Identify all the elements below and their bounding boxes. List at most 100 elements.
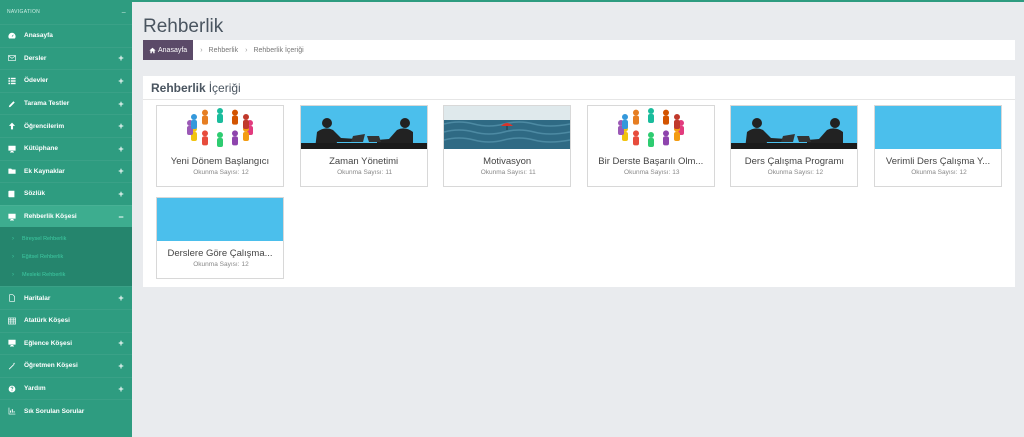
sidebar-header-label: NAVIGATION xyxy=(7,9,41,15)
read-count-label: Okunma Sayısı: xyxy=(193,261,240,268)
sidebar-item-label: Rehberlik Köşesi xyxy=(24,213,77,221)
card-title[interactable]: Bir Derste Başarılı Olm... xyxy=(591,156,711,167)
collapse-icon[interactable]: − xyxy=(117,212,125,222)
chevron-right-icon: › xyxy=(200,46,203,54)
folder-icon xyxy=(7,167,16,175)
expand-icon[interactable]: + xyxy=(117,76,125,86)
read-count-label: Okunma Sayısı: xyxy=(337,169,384,176)
expand-icon[interactable]: + xyxy=(117,384,125,394)
sidebar-item-atat-rk-k-esi[interactable]: Atatürk Köşesi xyxy=(0,308,132,332)
breadcrumb-item-rehberlik[interactable]: Rehberlik xyxy=(209,47,239,54)
sidebar-item-tarama-testler[interactable]: Tarama Testler + xyxy=(0,91,132,115)
sidebar-item-label: Dersler xyxy=(24,54,47,62)
wand-icon xyxy=(7,362,16,370)
sidebar-subitem[interactable]: › Mesleki Rehberlik xyxy=(0,266,132,284)
expand-icon[interactable]: + xyxy=(117,99,125,109)
sidebar-subitem[interactable]: › Eğitsel Rehberlik xyxy=(0,248,132,266)
card-image[interactable] xyxy=(731,106,858,149)
sidebar-subitem-label: Mesleki Rehberlik xyxy=(22,272,66,279)
card-title[interactable]: Derslere Göre Çalışma... xyxy=(160,248,280,259)
expand-icon[interactable]: + xyxy=(117,189,125,199)
read-count-value: 13 xyxy=(672,169,680,176)
expand-icon[interactable]: + xyxy=(117,144,125,154)
chart-icon xyxy=(7,407,16,415)
content-card[interactable]: Motivasyon Okunma Sayısı: 11 xyxy=(443,105,572,187)
sidebar-item-label: Sözlük xyxy=(24,190,45,198)
sidebar-submenu: › Bireysel Rehberlik › Eğitsel Rehberlik › Me… xyxy=(0,227,132,287)
sidebar-item--retmen-k-esi[interactable]: Öğretmen Köşesi + xyxy=(0,354,132,377)
arrow-up-icon xyxy=(7,122,16,130)
sidebar-item-haritalar[interactable]: Haritalar + xyxy=(0,286,132,309)
sidebar-collapse-button[interactable]: – xyxy=(122,9,126,16)
file-icon xyxy=(7,294,16,302)
expand-icon[interactable]: + xyxy=(117,166,125,176)
chevron-right-icon: › xyxy=(12,236,14,243)
sidebar-item-ek-kaynaklar[interactable]: Ek Kaynaklar + xyxy=(0,159,132,183)
expand-icon[interactable]: + xyxy=(117,293,125,303)
breadcrumb-item-current: Rehberlik İçeriği xyxy=(253,46,304,54)
content-card[interactable]: Bir Derste Başarılı Olm... Okunma Sayısı:… xyxy=(586,105,715,187)
read-count-label: Okunma Sayısı: xyxy=(767,169,814,176)
sidebar-item--devler[interactable]: Ödevler + xyxy=(0,69,132,92)
card-image[interactable] xyxy=(157,106,283,149)
card-title[interactable]: Motivasyon xyxy=(447,156,567,167)
sidebar-item-rehberlik-k-esi[interactable]: Rehberlik Köşesi − xyxy=(0,204,132,228)
sidebar-item-label: Anasayfa xyxy=(24,32,53,40)
sidebar-item-label: Eğlence Köşesi xyxy=(24,339,73,347)
panel-title-bold: Rehberlik xyxy=(151,80,206,95)
list-icon xyxy=(7,77,16,85)
read-count-value: 12 xyxy=(241,261,249,268)
chevron-right-icon: › xyxy=(12,254,14,261)
card-read-count: Okunma Sayısı: 12 xyxy=(157,261,283,268)
card-title[interactable]: Zaman Yönetimi xyxy=(304,156,424,167)
sidebar-item-label: Tarama Testler xyxy=(24,100,70,108)
sidebar-item-e-lence-k-esi[interactable]: Eğlence Köşesi + xyxy=(0,331,132,355)
read-count-value: 12 xyxy=(241,169,249,176)
content-card[interactable]: Verimli Ders Çalışma Y... Okunma Sayısı: 1… xyxy=(874,105,1002,187)
sidebar-item-label: Kütüphane xyxy=(24,145,58,153)
content-card[interactable]: Ders Çalışma Programı Okunma Sayısı: 12 xyxy=(730,105,859,187)
card-read-count: Okunma Sayısı: 12 xyxy=(157,169,283,176)
expand-icon[interactable]: + xyxy=(117,53,125,63)
sidebar-header: NAVIGATION – xyxy=(0,0,132,24)
expand-icon[interactable]: + xyxy=(117,338,125,348)
sidebar-item-dersler[interactable]: Dersler + xyxy=(0,46,132,70)
envelope-icon xyxy=(7,54,16,62)
card-read-count: Okunma Sayısı: 11 xyxy=(444,169,570,176)
card-image[interactable] xyxy=(157,198,283,241)
sidebar-item-label: Öğretmen Köşesi xyxy=(24,362,78,370)
card-image[interactable] xyxy=(300,106,427,149)
breadcrumb-home[interactable]: Anasayfa xyxy=(143,40,194,60)
content-card[interactable]: Zaman Yönetimi Okunma Sayısı: 11 xyxy=(299,105,428,187)
home-icon xyxy=(149,47,156,53)
card-title[interactable]: Verimli Ders Çalışma Y... xyxy=(878,156,998,167)
expand-icon[interactable]: + xyxy=(117,361,125,371)
table-icon xyxy=(7,317,16,325)
card-read-count: Okunma Sayısı: 11 xyxy=(301,169,427,176)
pencil-icon xyxy=(7,100,16,108)
sidebar-item-anasayfa[interactable]: Anasayfa xyxy=(0,24,132,47)
sidebar-subitem[interactable]: › Bireysel Rehberlik xyxy=(0,230,132,248)
sidebar-item-s-k-sorulan-sorular[interactable]: Sık Sorulan Sorular xyxy=(0,399,132,422)
card-image[interactable] xyxy=(444,106,571,149)
breadcrumb: Anasayfa › Rehberlik › Rehberlik İçeriği xyxy=(143,40,1015,60)
card-read-count: Okunma Sayısı: 13 xyxy=(588,169,714,176)
sidebar-item-s-zl-k[interactable]: Sözlük + xyxy=(0,182,132,205)
card-read-count: Okunma Sayısı: 12 xyxy=(875,169,1001,176)
sidebar-item-yard-m[interactable]: Yardım + xyxy=(0,376,132,400)
content-card[interactable]: Derslere Göre Çalışma... Okunma Sayısı: 12 xyxy=(156,197,284,279)
card-title[interactable]: Ders Çalışma Programı xyxy=(734,156,854,167)
monitor-icon xyxy=(7,339,16,347)
help-icon xyxy=(7,385,16,393)
card-title[interactable]: Yeni Dönem Başlangıcı xyxy=(160,156,280,167)
sidebar-item-label: Sık Sorulan Sorular xyxy=(24,407,85,415)
sidebar-item--rencilerim[interactable]: Öğrencilerim + xyxy=(0,114,132,137)
read-count-label: Okunma Sayısı: xyxy=(624,169,671,176)
sidebar: NAVIGATION – Anasayfa Dersler + Ödevler + Tar… xyxy=(0,0,132,437)
content-card[interactable]: Yeni Dönem Başlangıcı Okunma Sayısı: 12 xyxy=(156,105,284,187)
card-image[interactable] xyxy=(587,106,714,149)
read-count-value: 11 xyxy=(385,169,393,176)
expand-icon[interactable]: + xyxy=(117,121,125,131)
sidebar-item-k-t-phane[interactable]: Kütüphane + xyxy=(0,136,132,160)
card-image[interactable] xyxy=(875,106,1001,149)
